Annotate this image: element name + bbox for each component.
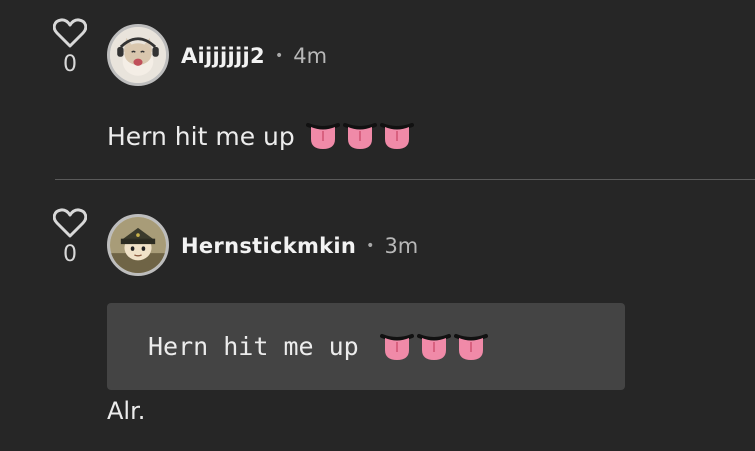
avatar[interactable] xyxy=(107,214,169,276)
emoji-group xyxy=(377,332,488,362)
tongue-emoji-icon xyxy=(305,123,340,149)
character-avatar-icon xyxy=(110,217,166,273)
timestamp: 3m xyxy=(384,234,419,258)
tongue-emoji-icon xyxy=(453,333,488,360)
quote-text: Hern hit me up xyxy=(148,332,359,361)
emoji-group xyxy=(303,121,414,151)
like-count: 0 xyxy=(63,52,77,77)
like-control: 0 xyxy=(50,18,90,76)
separator-dot: • xyxy=(274,48,284,64)
quote-block: Hern hit me up xyxy=(107,303,625,390)
avatar[interactable] xyxy=(107,24,169,86)
username[interactable]: Aijjjjjj2 xyxy=(181,44,265,68)
like-control: 0 xyxy=(50,208,90,266)
timestamp: 4m xyxy=(293,44,328,68)
comment-text: Hern hit me up xyxy=(107,118,414,154)
tongue-emoji-icon xyxy=(416,333,451,360)
like-count: 0 xyxy=(63,242,77,267)
comment-item: 0 Aijjjjjj2 • 4m Hern hit me up xyxy=(0,0,755,179)
comment-body: Hern hit me up xyxy=(107,121,295,151)
cat-avatar-icon xyxy=(110,27,166,83)
comment-body: Alr. xyxy=(107,397,146,425)
heart-icon[interactable] xyxy=(53,208,87,238)
comment-meta: Aijjjjjj2 • 4m xyxy=(181,41,327,71)
username[interactable]: Hernstickmkin xyxy=(181,234,356,258)
separator-dot: • xyxy=(366,238,375,254)
comment-meta: Hernstickmkin • 3m xyxy=(181,231,418,261)
heart-icon[interactable] xyxy=(53,18,87,48)
tongue-emoji-icon xyxy=(379,123,414,149)
tongue-emoji-icon xyxy=(342,123,377,149)
tongue-emoji-icon xyxy=(379,333,414,360)
